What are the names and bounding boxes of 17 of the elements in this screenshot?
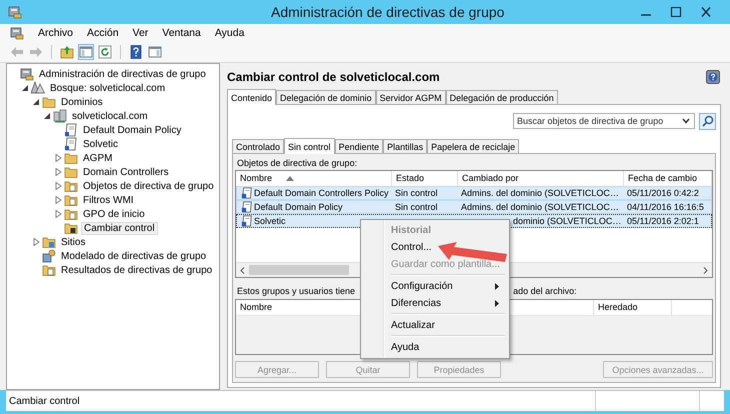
table-cell: Admins. del dominio (SOLVETICLOC… [461, 187, 619, 199]
status-text: Cambiar control [8, 396, 81, 406]
section-label: Estos grupos y usuarios tiene [237, 286, 356, 296]
table-cell: Default Domain Controllers Policy [254, 187, 389, 199]
table-cell: Admins. del dominio (SOLVETICLOC… [461, 201, 619, 213]
section-label: ado del archivo: [513, 286, 577, 296]
table-cell: Sin control [395, 201, 438, 213]
table-cell: 04/11/2016 16:16:5 [627, 201, 704, 213]
table-cell: Sin control [395, 187, 438, 199]
section-label: Objetos de directiva de grupo: [236, 157, 358, 170]
table-cell: 05/11/2016 0:42:2 [627, 187, 699, 199]
table-cell: Default Domain Policy [254, 201, 343, 213]
table-cell: 05/11/2016 2:02:1 [627, 215, 699, 227]
panel-title: Cambiar control de solveticlocal.com [227, 70, 440, 84]
window-title: Administración de directivas de grupo [271, 4, 504, 20]
table-cell: dominio (SOLVETICLOC… [513, 215, 622, 227]
table-cell: Solvetic [254, 215, 286, 227]
